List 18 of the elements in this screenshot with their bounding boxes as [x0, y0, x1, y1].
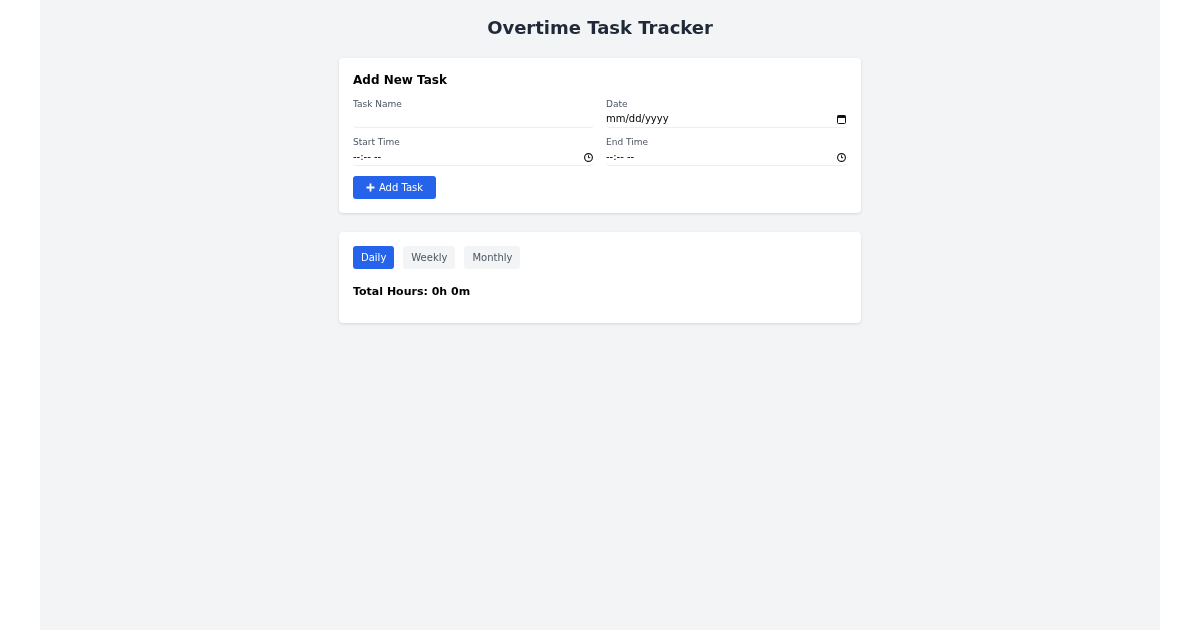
time-input-field[interactable]: --:-- --: [606, 148, 847, 166]
field-label: Date: [606, 98, 629, 110]
clock-icon[interactable]: [584, 153, 593, 162]
period-tab[interactable]: Weekly: [403, 246, 456, 269]
add-task-button[interactable]: Add Task: [353, 176, 436, 199]
page-title: Overtime Task Tracker: [487, 16, 713, 40]
card-heading: Add New Task: [353, 72, 448, 88]
date-input-field[interactable]: mm/dd/yyyy: [606, 110, 847, 128]
time-input-field[interactable]: --:-- --: [353, 148, 594, 166]
field-label: Start Time: [353, 136, 401, 148]
period-tab[interactable]: Daily: [353, 246, 395, 269]
field-label: Task Name: [353, 98, 403, 110]
total-hours: Total Hours: 0h 0m: [353, 285, 472, 299]
period-tab[interactable]: Monthly: [464, 246, 521, 269]
calendar-icon[interactable]: [837, 115, 846, 124]
clock-icon[interactable]: [837, 153, 846, 162]
field-label: End Time: [606, 136, 649, 148]
plus-icon: [365, 183, 375, 192]
